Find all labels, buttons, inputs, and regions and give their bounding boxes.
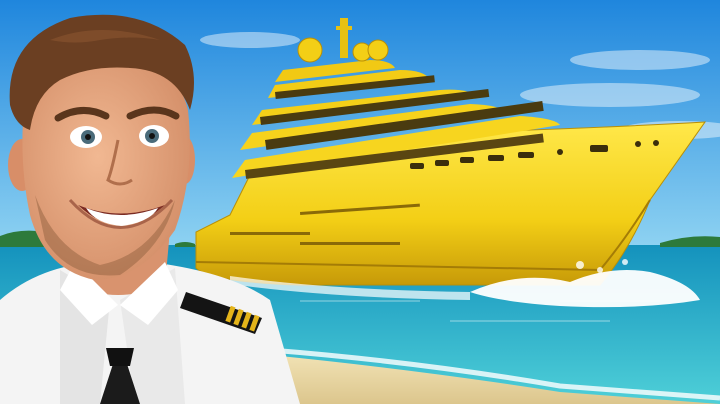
thumbnail-image: [0, 0, 720, 404]
thumbnail-scene: [0, 0, 720, 404]
